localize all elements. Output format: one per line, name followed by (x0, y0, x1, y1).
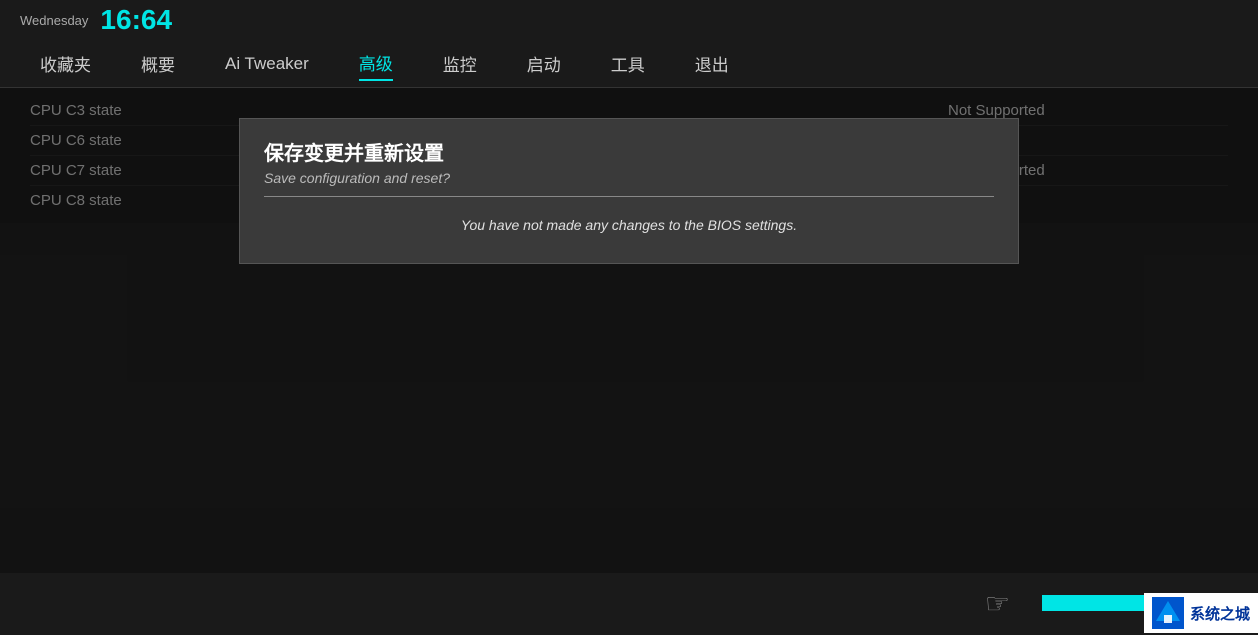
save-dialog: 保存变更并重新设置 Save configuration and reset? … (239, 118, 1019, 264)
dialog-header: 保存变更并重新设置 Save configuration and reset? (240, 119, 1018, 196)
dialog-title-chinese: 保存变更并重新设置 (264, 137, 994, 166)
cursor-icon: ☞ (985, 587, 1010, 620)
nav-item-favorites[interactable]: 收藏夹 (40, 47, 91, 80)
nav-item-exit[interactable]: 退出 (695, 47, 729, 80)
dialog-message: You have not made any changes to the BIO… (240, 197, 1018, 263)
watermark-logo-icon (1152, 597, 1184, 629)
nav-item-advanced[interactable]: 高级 (359, 46, 393, 81)
nav-bar: 收藏夹 概要 Ai Tweaker 高级 监控 启动 工具 退出 (0, 40, 1258, 88)
top-bar: Wednesday 16:64 (0, 0, 1258, 40)
bottom-bar: ☞ 系统之城 (0, 573, 1258, 633)
dialog-overlay: 保存变更并重新设置 Save configuration and reset? … (0, 88, 1258, 633)
nav-item-tools[interactable]: 工具 (611, 47, 645, 80)
watermark: 系统之城 (1144, 593, 1258, 633)
nav-item-boot[interactable]: 启动 (527, 47, 561, 80)
nav-item-monitor[interactable]: 监控 (443, 47, 477, 80)
day-label: Wednesday (20, 13, 88, 28)
main-content: CPU C3 state Not Supported CPU C6 state … (0, 88, 1258, 633)
watermark-label: 系统之城 (1190, 603, 1250, 624)
dialog-title-english: Save configuration and reset? (264, 170, 994, 186)
nav-item-overview[interactable]: 概要 (141, 47, 175, 80)
time-display: 16:64 (100, 4, 172, 36)
nav-item-aitweaker[interactable]: Ai Tweaker (225, 50, 309, 78)
